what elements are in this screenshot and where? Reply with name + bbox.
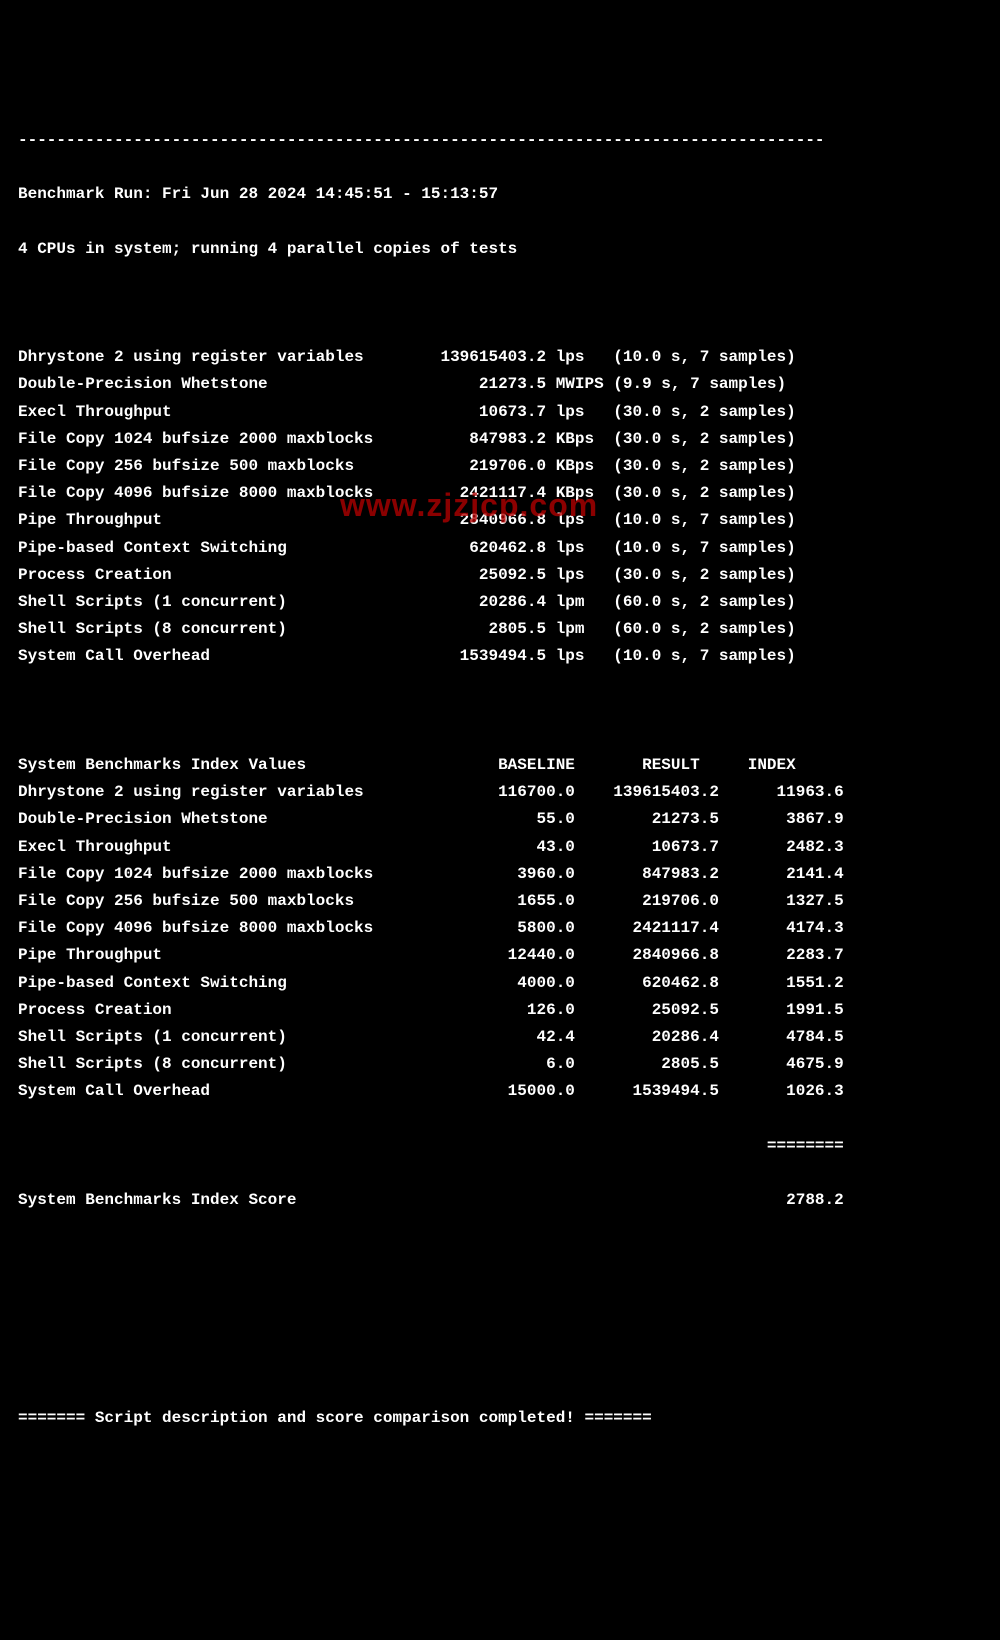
- blank-line: [18, 698, 982, 725]
- index-result-row: Shell Scripts (8 concurrent) 6.0 2805.5 …: [18, 1051, 982, 1078]
- index-result-row: Process Creation 126.0 25092.5 1991.5: [18, 997, 982, 1024]
- index-header-row: System Benchmarks Index Values BASELINE …: [18, 752, 982, 779]
- raw-result-row: Shell Scripts (8 concurrent) 2805.5 lpm …: [18, 616, 982, 643]
- raw-result-row: File Copy 1024 bufsize 2000 maxblocks 84…: [18, 426, 982, 453]
- blank-line: [18, 290, 982, 317]
- index-result-row: Dhrystone 2 using register variables 116…: [18, 779, 982, 806]
- index-result-row: File Copy 1024 bufsize 2000 maxblocks 39…: [18, 861, 982, 888]
- index-result-row: Pipe Throughput 12440.0 2840966.8 2283.7: [18, 942, 982, 969]
- cpu-info-line: 4 CPUs in system; running 4 parallel cop…: [18, 236, 982, 263]
- raw-results-block: Dhrystone 2 using register variables 139…: [18, 344, 982, 670]
- blank-line: [18, 1241, 982, 1268]
- raw-result-row: Double-Precision Whetstone 21273.5 MWIPS…: [18, 371, 982, 398]
- index-result-row: Pipe-based Context Switching 4000.0 6204…: [18, 970, 982, 997]
- index-result-row: Shell Scripts (1 concurrent) 42.4 20286.…: [18, 1024, 982, 1051]
- raw-result-row: Shell Scripts (1 concurrent) 20286.4 lpm…: [18, 589, 982, 616]
- benchmark-run-line: Benchmark Run: Fri Jun 28 2024 14:45:51 …: [18, 181, 982, 208]
- index-result-row: File Copy 4096 bufsize 8000 maxblocks 58…: [18, 915, 982, 942]
- footer-line: ======= Script description and score com…: [18, 1405, 982, 1432]
- score-line: System Benchmarks Index Score 2788.2: [18, 1187, 982, 1214]
- divider-top: ----------------------------------------…: [18, 127, 982, 154]
- raw-result-row: Pipe-based Context Switching 620462.8 lp…: [18, 535, 982, 562]
- blank-line: [18, 1296, 982, 1323]
- raw-result-row: Pipe Throughput 2840966.8 lps (10.0 s, 7…: [18, 507, 982, 534]
- index-result-row: File Copy 256 bufsize 500 maxblocks 1655…: [18, 888, 982, 915]
- raw-result-row: Execl Throughput 10673.7 lps (30.0 s, 2 …: [18, 399, 982, 426]
- index-result-row: Execl Throughput 43.0 10673.7 2482.3: [18, 834, 982, 861]
- raw-result-row: File Copy 256 bufsize 500 maxblocks 2197…: [18, 453, 982, 480]
- index-result-row: System Call Overhead 15000.0 1539494.5 1…: [18, 1078, 982, 1105]
- raw-result-row: Process Creation 25092.5 lps (30.0 s, 2 …: [18, 562, 982, 589]
- index-result-row: Double-Precision Whetstone 55.0 21273.5 …: [18, 806, 982, 833]
- index-results-block: System Benchmarks Index Values BASELINE …: [18, 752, 982, 1105]
- raw-result-row: Dhrystone 2 using register variables 139…: [18, 344, 982, 371]
- score-divider: ========: [18, 1133, 982, 1160]
- blank-line: [18, 1350, 982, 1377]
- raw-result-row: File Copy 4096 bufsize 8000 maxblocks 24…: [18, 480, 982, 507]
- raw-result-row: System Call Overhead 1539494.5 lps (10.0…: [18, 643, 982, 670]
